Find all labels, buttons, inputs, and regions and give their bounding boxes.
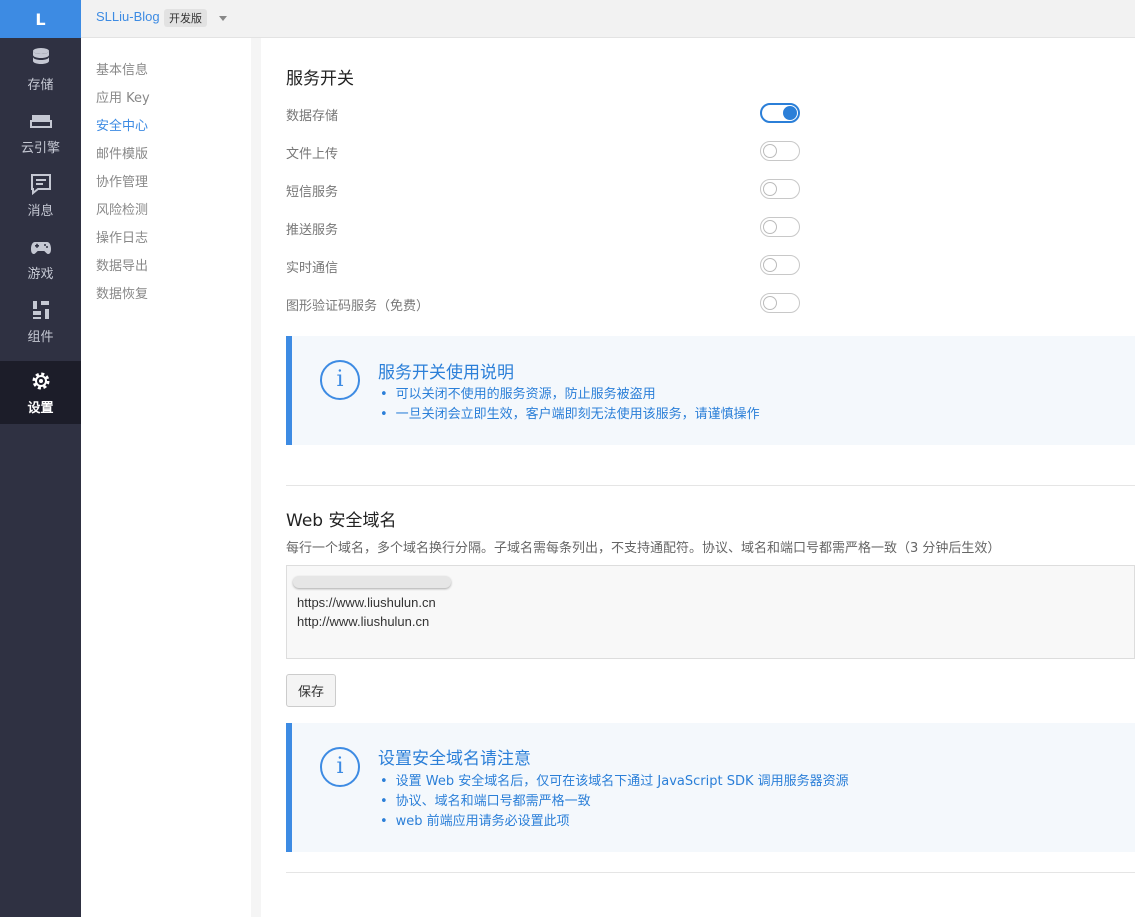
rail-item-label: 设置 — [27, 401, 54, 416]
list-item: 一旦关闭会立即生效，客户端即刻无法使用该服务，请谨慎操作 — [380, 405, 760, 425]
services-notice: i 服务开关使用说明 可以关闭不使用的服务资源，防止服务被盗用 一旦关闭会立即生… — [286, 336, 1135, 445]
top-bar: SLLiu-Blog 开发版 — [81, 0, 1135, 38]
toggle-realtime[interactable] — [760, 255, 800, 275]
subnav-item-data-restore[interactable]: 数据恢复 — [96, 283, 148, 302]
toggle-knob — [763, 220, 777, 234]
save-button[interactable]: 保存 — [286, 674, 336, 707]
info-icon: i — [320, 360, 360, 400]
rail-item-label: 组件 — [27, 330, 54, 345]
switch-label-realtime: 实时通信 — [286, 261, 339, 276]
toggle-file-upload[interactable] — [760, 141, 800, 161]
rail-item-components[interactable]: 组件 — [0, 290, 81, 353]
domains-notice: i 设置安全域名请注意 设置 Web 安全域名后，仅可在该域名下通过 JavaS… — [286, 723, 1135, 852]
chevron-down-icon[interactable] — [219, 16, 227, 21]
switch-label-push: 推送服务 — [286, 223, 339, 238]
toggle-sms[interactable] — [760, 179, 800, 199]
toggle-knob — [763, 296, 777, 310]
switch-label-file-upload: 文件上传 — [286, 147, 339, 162]
rail-item-cloud-engine[interactable]: 云引擎 — [0, 101, 81, 164]
subnav-item-collaboration[interactable]: 协作管理 — [96, 171, 148, 190]
subnav-item-data-export[interactable]: 数据导出 — [96, 255, 148, 274]
server-icon — [29, 115, 52, 128]
rail-item-label: 存储 — [27, 78, 54, 93]
list-item: 设置 Web 安全域名后，仅可在该域名下通过 JavaScript SDK 调用… — [380, 772, 849, 792]
subnav-item-basic-info[interactable]: 基本信息 — [96, 59, 148, 78]
web-domains-description: 每行一个域名，多个域名换行分隔。子域名需每条列出，不支持通配符。协议、域名和端口… — [286, 541, 1001, 556]
list-item: 可以关闭不使用的服务资源，防止服务被盗用 — [380, 385, 760, 405]
domains-textarea[interactable]: https://www.liushulun.cn http://www.lius… — [286, 565, 1135, 659]
components-icon — [32, 301, 49, 319]
gamepad-icon — [30, 242, 51, 254]
subnav-item-app-key[interactable]: 应用 Key — [96, 87, 150, 106]
toggle-knob — [763, 144, 777, 158]
rail-item-storage[interactable]: 存储 — [0, 38, 81, 101]
toggle-knob — [763, 258, 777, 272]
toggle-knob — [783, 106, 797, 120]
subnav-item-security[interactable]: 安全中心 — [96, 115, 148, 134]
switch-label-storage: 数据存储 — [286, 109, 339, 124]
app-name[interactable]: SLLiu-Blog — [96, 9, 160, 24]
database-icon — [32, 48, 49, 64]
subnav-item-risk-detection[interactable]: 风险检测 — [96, 199, 148, 218]
domain-line: https://www.liushulun.cn — [297, 595, 436, 610]
app-logo[interactable]: L — [0, 0, 81, 38]
redacted-line — [293, 576, 451, 588]
domains-notice-title: 设置安全域名请注意 — [378, 749, 531, 769]
services-notice-title: 服务开关使用说明 — [378, 363, 514, 383]
rail-item-label: 游戏 — [27, 267, 54, 282]
toggle-knob — [763, 182, 777, 196]
gear-icon — [32, 372, 49, 390]
message-icon — [30, 174, 51, 196]
info-icon: i — [320, 747, 360, 787]
rail-item-label: 消息 — [27, 204, 54, 219]
switch-label-sms: 短信服务 — [286, 185, 339, 200]
toggle-storage[interactable] — [760, 103, 800, 123]
left-rail: L 存储 云引擎 消息 游戏 组件 设置 — [0, 0, 81, 917]
services-notice-list: 可以关闭不使用的服务资源，防止服务被盗用 一旦关闭会立即生效，客户端即刻无法使用… — [380, 385, 760, 425]
toggle-push[interactable] — [760, 217, 800, 237]
rail-item-label: 云引擎 — [20, 141, 60, 156]
domain-line: http://www.liushulun.cn — [297, 614, 430, 629]
domains-notice-list: 设置 Web 安全域名后，仅可在该域名下通过 JavaScript SDK 调用… — [380, 772, 849, 832]
toggle-captcha[interactable] — [760, 293, 800, 313]
rail-item-games[interactable]: 游戏 — [0, 227, 81, 290]
services-title: 服务开关 — [286, 69, 354, 89]
list-item: web 前端应用请务必设置此项 — [380, 812, 849, 832]
section-divider — [286, 872, 1135, 873]
list-item: 协议、域名和端口号都需严格一致 — [380, 792, 849, 812]
subnav-item-email-templates[interactable]: 邮件模版 — [96, 143, 148, 162]
web-domains-title: Web 安全域名 — [286, 511, 397, 531]
switch-label-captcha: 图形验证码服务（免费） — [286, 299, 430, 314]
subnav-item-operation-log[interactable]: 操作日志 — [96, 227, 148, 246]
rail-item-messages[interactable]: 消息 — [0, 164, 81, 227]
section-divider — [286, 485, 1135, 486]
settings-subnav: 基本信息 应用 Key 安全中心 邮件模版 协作管理 风险检测 操作日志 数据导… — [81, 38, 261, 917]
rail-item-settings[interactable]: 设置 — [0, 361, 81, 424]
env-badge: 开发版 — [164, 9, 207, 27]
